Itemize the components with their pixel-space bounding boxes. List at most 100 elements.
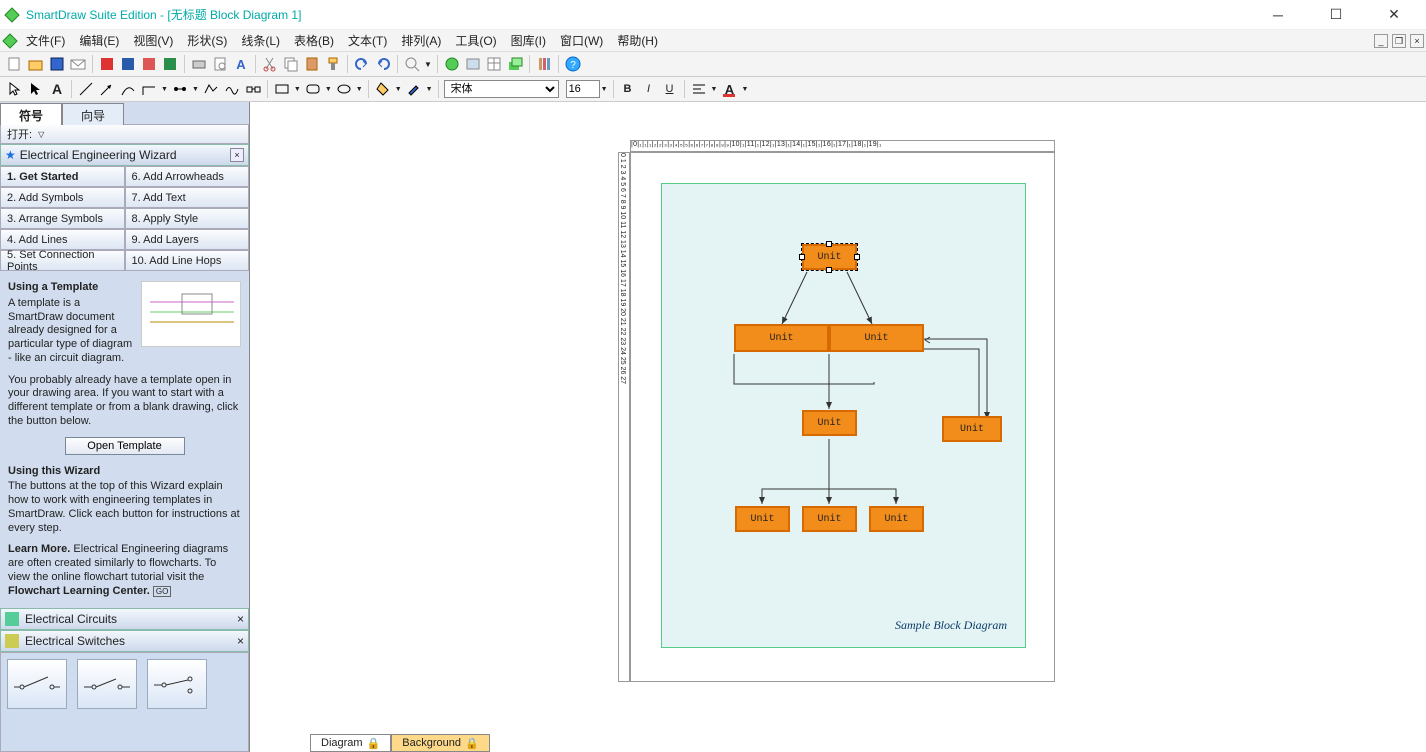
block-unit-7[interactable]: Unit xyxy=(802,506,857,532)
fontcolor-icon[interactable]: A xyxy=(720,80,738,98)
menu-help[interactable]: 帮助(H) xyxy=(611,30,664,51)
wizard-step-2[interactable]: 2. Add Symbols xyxy=(0,187,125,208)
dropdown-icon[interactable]: ▼ xyxy=(424,60,432,69)
switch-item-3[interactable] xyxy=(147,659,207,709)
wizard-step-10[interactable]: 10. Add Line Hops xyxy=(125,250,250,271)
lc-dropdown[interactable]: ▼ xyxy=(426,86,433,93)
menu-edit[interactable]: 编辑(E) xyxy=(73,30,125,51)
undo-icon[interactable] xyxy=(353,55,371,73)
zoom-icon[interactable] xyxy=(403,55,421,73)
curve-icon[interactable] xyxy=(119,80,137,98)
tab-background[interactable]: Background🔒 xyxy=(391,734,489,752)
polyline-icon[interactable] xyxy=(202,80,220,98)
block-unit-3[interactable]: Unit xyxy=(829,324,924,352)
underline-button[interactable]: U xyxy=(661,80,679,98)
save-icon[interactable] xyxy=(48,55,66,73)
rect-dropdown[interactable]: ▼ xyxy=(294,86,301,93)
word-icon[interactable] xyxy=(119,55,137,73)
tab-wizard[interactable]: 向导 xyxy=(62,103,124,125)
menu-shape[interactable]: 形状(S) xyxy=(181,30,233,51)
rect-icon[interactable] xyxy=(273,80,291,98)
maximize-button[interactable]: ☐ xyxy=(1318,5,1354,25)
wizard-step-3[interactable]: 3. Arrange Symbols xyxy=(0,208,125,229)
select-icon[interactable] xyxy=(27,80,45,98)
fill-icon[interactable] xyxy=(374,80,392,98)
ell-dropdown[interactable]: ▼ xyxy=(356,86,363,93)
circuits-close-button[interactable]: × xyxy=(237,612,244,626)
shape-conn-icon[interactable] xyxy=(244,80,262,98)
excel-icon[interactable] xyxy=(161,55,179,73)
switch-item-2[interactable] xyxy=(77,659,137,709)
menu-gallery[interactable]: 图库(I) xyxy=(505,30,552,51)
link-icon[interactable] xyxy=(443,55,461,73)
block-unit-4[interactable]: Unit xyxy=(802,410,857,436)
menu-tool[interactable]: 工具(O) xyxy=(449,30,502,51)
panel-circuits[interactable]: Electrical Circuits × xyxy=(0,608,249,630)
wizard-step-7[interactable]: 7. Add Text xyxy=(125,187,250,208)
align-dropdown[interactable]: ▼ xyxy=(711,86,718,93)
roundrect-icon[interactable] xyxy=(304,80,322,98)
mdi-restore-button[interactable]: ❐ xyxy=(1392,34,1406,48)
email-icon[interactable] xyxy=(69,55,87,73)
ppt-icon[interactable] xyxy=(140,55,158,73)
elbow-icon[interactable] xyxy=(140,80,158,98)
tab-diagram[interactable]: Diagram🔒 xyxy=(310,734,391,752)
conn-dropdown[interactable]: ▼ xyxy=(192,86,199,93)
mdi-minimize-button[interactable]: _ xyxy=(1374,34,1388,48)
resize-handle[interactable] xyxy=(826,267,832,273)
block-unit-8[interactable]: Unit xyxy=(869,506,924,532)
wizard-step-4[interactable]: 4. Add Lines xyxy=(0,229,125,250)
resize-handle[interactable] xyxy=(826,241,832,247)
rr-dropdown[interactable]: ▼ xyxy=(325,86,332,93)
print-icon[interactable] xyxy=(190,55,208,73)
block-unit-6[interactable]: Unit xyxy=(735,506,790,532)
linecolor-icon[interactable] xyxy=(405,80,423,98)
layers-icon[interactable] xyxy=(506,55,524,73)
new-icon[interactable] xyxy=(6,55,24,73)
menu-table[interactable]: 表格(B) xyxy=(288,30,340,51)
minimize-button[interactable]: ─ xyxy=(1260,5,1296,25)
wizard-step-5[interactable]: 5. Set Connection Points xyxy=(0,250,125,271)
wizard-step-9[interactable]: 9. Add Layers xyxy=(125,229,250,250)
go-button[interactable]: GO xyxy=(153,586,171,597)
redo-icon[interactable] xyxy=(374,55,392,73)
format-painter-icon[interactable] xyxy=(324,55,342,73)
menu-window[interactable]: 窗口(W) xyxy=(554,30,609,51)
preview-icon[interactable] xyxy=(211,55,229,73)
block-unit-2[interactable]: Unit xyxy=(734,324,829,352)
arrow-icon[interactable] xyxy=(98,80,116,98)
align-icon[interactable] xyxy=(690,80,708,98)
switches-close-button[interactable]: × xyxy=(237,634,244,648)
insert-image-icon[interactable] xyxy=(464,55,482,73)
insert-table-icon[interactable] xyxy=(485,55,503,73)
ellipse-icon[interactable] xyxy=(335,80,353,98)
italic-button[interactable]: I xyxy=(640,80,658,98)
mdi-close-button[interactable]: × xyxy=(1410,34,1424,48)
menu-view[interactable]: 视图(V) xyxy=(127,30,179,51)
help-icon[interactable]: ? xyxy=(564,55,582,73)
wizard-step-8[interactable]: 8. Apply Style xyxy=(125,208,250,229)
fill-dropdown[interactable]: ▼ xyxy=(395,86,402,93)
panel-switches[interactable]: Electrical Switches × xyxy=(0,630,249,652)
wizard-step-6[interactable]: 6. Add Arrowheads xyxy=(125,166,250,187)
text-tool-icon[interactable]: A xyxy=(48,80,66,98)
fc-dropdown[interactable]: ▼ xyxy=(741,86,748,93)
font-size-input[interactable] xyxy=(566,80,600,98)
block-unit-5[interactable]: Unit xyxy=(942,416,1002,442)
cut-icon[interactable] xyxy=(261,55,279,73)
line-tool-icon[interactable] xyxy=(77,80,95,98)
drawing-canvas[interactable]: Unit Unit Unit Unit Unit Unit Unit Unit … xyxy=(630,152,1055,682)
bold-button[interactable]: B xyxy=(619,80,637,98)
open-icon[interactable] xyxy=(27,55,45,73)
wizard-step-1[interactable]: 1. Get Started xyxy=(0,166,125,187)
pdf-icon[interactable] xyxy=(98,55,116,73)
library-icon[interactable] xyxy=(535,55,553,73)
open-row[interactable]: 打开:▽ xyxy=(0,124,249,144)
open-template-button[interactable]: Open Template xyxy=(65,437,185,455)
panel-close-button[interactable]: × xyxy=(230,148,244,162)
menu-text[interactable]: 文本(T) xyxy=(342,30,393,51)
connector-icon[interactable] xyxy=(171,80,189,98)
copy-icon[interactable] xyxy=(282,55,300,73)
resize-handle[interactable] xyxy=(799,254,805,260)
diagram-page[interactable]: Unit Unit Unit Unit Unit Unit Unit Unit … xyxy=(661,183,1026,648)
